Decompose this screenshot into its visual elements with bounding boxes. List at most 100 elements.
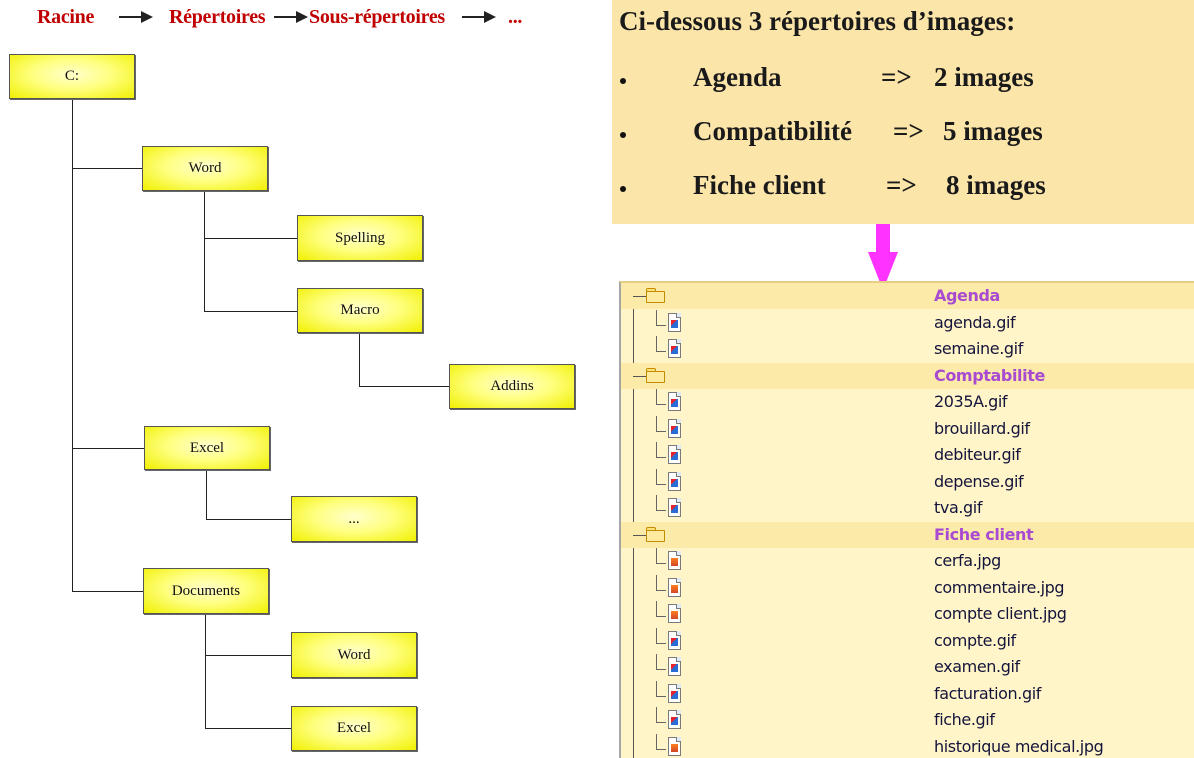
file-row[interactable]: brouillard.gif xyxy=(621,416,1194,442)
tree-branch-line xyxy=(656,681,657,696)
tree-connector xyxy=(72,168,142,169)
file-row[interactable]: depense.gif xyxy=(621,469,1194,495)
file-name: commentaire.jpg xyxy=(934,578,1064,597)
tree-branch-line xyxy=(656,590,666,591)
folder-row[interactable]: Comptabilite xyxy=(621,363,1194,389)
file-row[interactable]: agenda.gif xyxy=(621,310,1194,336)
info-item-count: 8 images xyxy=(946,170,1046,201)
node-documents-word: Word xyxy=(291,632,417,678)
gif-file-icon xyxy=(668,657,681,676)
file-name: depense.gif xyxy=(934,472,1023,491)
file-name: facturation.gif xyxy=(934,684,1041,703)
file-name: historique medical.jpg xyxy=(934,737,1103,756)
tree-branch-line xyxy=(656,351,666,352)
folder-row[interactable]: Fiche client xyxy=(621,522,1194,548)
gif-file-icon xyxy=(668,472,681,491)
arrow-right-icon xyxy=(119,11,153,23)
gif-file-icon xyxy=(668,710,681,729)
file-row[interactable]: compte client.jpg xyxy=(621,601,1194,627)
folder-name: Comptabilite xyxy=(934,366,1045,385)
tree-branch-line xyxy=(656,563,666,564)
file-row[interactable]: 2035A.gif xyxy=(621,389,1194,415)
info-box: Ci-dessous 3 répertoires d’images: Agend… xyxy=(612,0,1194,224)
bullet-icon xyxy=(620,132,626,138)
file-name: tva.gif xyxy=(934,498,982,517)
folder-name: Agenda xyxy=(934,286,1000,305)
gif-file-icon xyxy=(668,498,681,517)
node-word: Word xyxy=(142,146,268,191)
file-row[interactable]: tva.gif xyxy=(621,495,1194,521)
tree-branch-line xyxy=(656,548,657,563)
file-row[interactable]: commentaire.jpg xyxy=(621,575,1194,601)
tree-branch-line xyxy=(656,310,657,325)
gif-file-icon xyxy=(668,631,681,650)
tree-branch-line xyxy=(656,484,666,485)
file-row[interactable]: cerfa.jpg xyxy=(621,548,1194,574)
tree-branch-line xyxy=(656,628,657,643)
jpg-file-icon xyxy=(668,737,681,756)
file-row[interactable]: historique medical.jpg xyxy=(621,734,1194,758)
file-row[interactable]: debiteur.gif xyxy=(621,442,1194,468)
node-root: C: xyxy=(9,54,135,99)
tree-connector xyxy=(359,386,449,387)
tree-branch-line xyxy=(633,535,647,536)
file-row[interactable]: examen.gif xyxy=(621,654,1194,680)
tree-branch-line xyxy=(656,442,657,457)
file-row[interactable]: facturation.gif xyxy=(621,681,1194,707)
tree-branch-line xyxy=(656,510,666,511)
tree-connector xyxy=(204,311,297,312)
tree-branch-line xyxy=(656,749,666,750)
node-spelling: Spelling xyxy=(297,215,423,261)
file-row[interactable]: semaine.gif xyxy=(621,336,1194,362)
gif-file-icon xyxy=(668,392,681,411)
file-name: debiteur.gif xyxy=(934,445,1021,464)
tree-connector xyxy=(204,191,205,311)
file-name: agenda.gif xyxy=(934,313,1015,332)
info-item-name: Compatibilité xyxy=(693,116,852,147)
gif-file-icon xyxy=(668,313,681,332)
node-macro: Macro xyxy=(297,288,423,333)
file-row[interactable]: compte.gif xyxy=(621,628,1194,654)
tree-connector xyxy=(206,470,207,519)
info-item-arrow: => xyxy=(886,170,917,201)
file-name: cerfa.jpg xyxy=(934,551,1001,570)
tree-connector xyxy=(205,614,206,728)
tree-branch-line xyxy=(656,654,657,669)
file-name: compte.gif xyxy=(934,631,1016,650)
gif-file-icon xyxy=(668,419,681,438)
tree-branch-line xyxy=(656,707,657,722)
tree-branch-line xyxy=(656,404,666,405)
tree-branch-line xyxy=(656,457,666,458)
tree-branch-line xyxy=(656,722,666,723)
file-name: examen.gif xyxy=(934,657,1020,676)
breadcrumb-root: Racine xyxy=(37,6,94,29)
tree-branch-line xyxy=(656,575,657,590)
info-item-count: 2 images xyxy=(934,62,1034,93)
tree-branch-line xyxy=(633,376,647,377)
folder-name: Fiche client xyxy=(934,525,1033,544)
tree-branch-line xyxy=(656,336,657,351)
tree-branch-line xyxy=(656,469,657,484)
folder-row[interactable]: Agenda xyxy=(621,283,1194,309)
node-documents-excel: Excel xyxy=(291,706,417,751)
info-item-name: Agenda xyxy=(693,62,782,93)
tree-connector xyxy=(206,519,291,520)
info-item: Compatibilité => 5 images xyxy=(612,112,1194,152)
tree-branch-line xyxy=(656,495,657,510)
info-title: Ci-dessous 3 répertoires d’images: xyxy=(619,6,1015,37)
tree-branch-line xyxy=(656,601,657,616)
node-excel: Excel xyxy=(144,426,270,470)
node-excel-child: ... xyxy=(291,496,417,542)
bullet-icon xyxy=(620,78,626,84)
file-row[interactable]: fiche.gif xyxy=(621,707,1194,733)
file-name: semaine.gif xyxy=(934,339,1023,358)
info-item: Agenda => 2 images xyxy=(612,58,1194,98)
jpg-file-icon xyxy=(668,578,681,597)
tree-connector xyxy=(205,728,291,729)
node-addins: Addins xyxy=(449,364,575,409)
tree-branch-line xyxy=(656,416,657,431)
file-name: brouillard.gif xyxy=(934,419,1030,438)
tree-branch-line xyxy=(656,325,666,326)
info-item-arrow: => xyxy=(881,62,912,93)
file-name: compte client.jpg xyxy=(934,604,1067,623)
